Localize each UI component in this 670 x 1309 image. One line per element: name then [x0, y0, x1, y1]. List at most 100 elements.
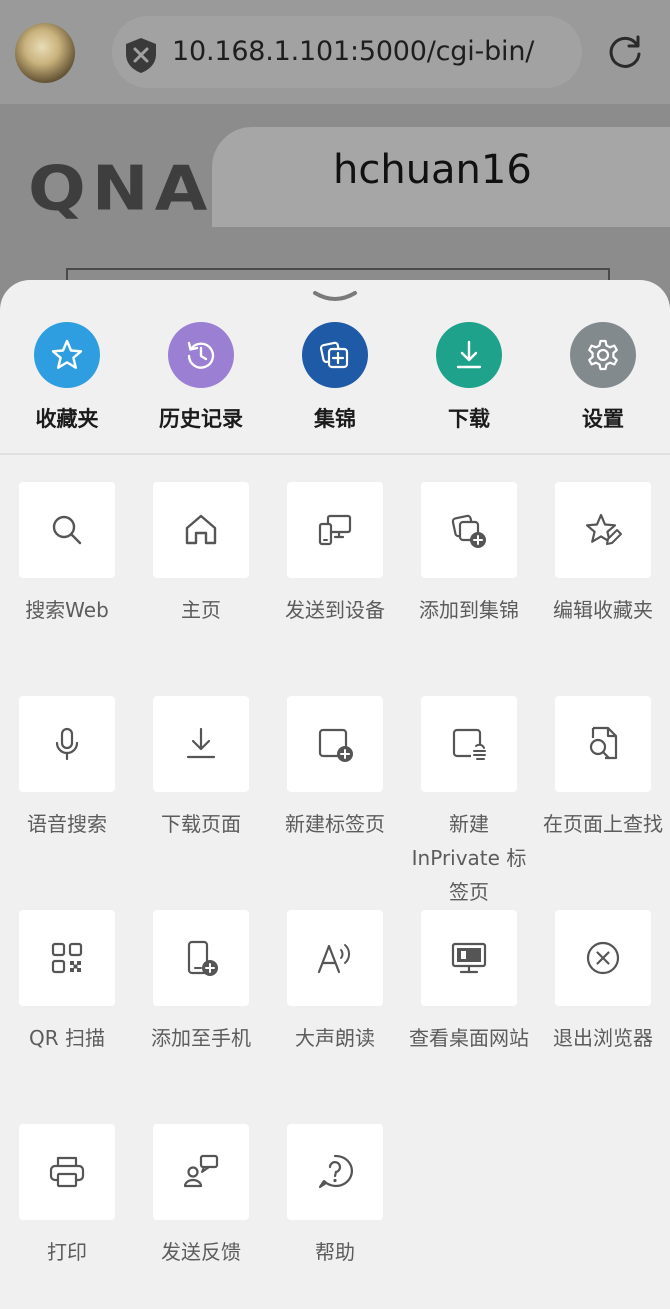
tile-box — [153, 910, 249, 1006]
sheet-handle-icon[interactable] — [312, 289, 358, 305]
menu-item-label: 主页 — [181, 598, 221, 622]
desktop-site-icon — [451, 942, 487, 974]
menu-item-label: 在页面上查找 — [543, 812, 663, 836]
menu-item-desktop-site[interactable]: 查看桌面网站 — [404, 910, 534, 1055]
microphone-icon — [55, 727, 79, 761]
tile-box — [19, 696, 115, 792]
menu-item-label: 帮助 — [315, 1240, 355, 1264]
tile-box — [287, 910, 383, 1006]
url-text[interactable]: 10.168.1.101:5000/cgi-bin/ — [172, 36, 534, 67]
menu-item-label: 添加到集锦 — [419, 598, 519, 622]
collections-label: 集锦 — [314, 407, 356, 431]
menu-item-print[interactable]: 打印 — [2, 1124, 132, 1269]
menu-item-voice-search[interactable]: 语音搜索 — [2, 696, 132, 841]
menu-item-find-on-page[interactable]: 在页面上查找 — [538, 696, 668, 841]
gear-icon — [588, 339, 618, 371]
menu-item-download-page[interactable]: 下载页面 — [136, 696, 266, 841]
send-to-device-icon — [318, 514, 352, 546]
menu-item-label: 退出浏览器 — [553, 1026, 653, 1050]
tile-box — [19, 482, 115, 578]
qr-code-icon — [51, 942, 83, 974]
add-to-collections-icon — [451, 514, 486, 548]
menu-item-exit-browser[interactable]: 退出浏览器 — [538, 910, 668, 1055]
menu-item-label: 添加至手机 — [151, 1026, 251, 1050]
add-to-phone-icon — [187, 940, 218, 976]
menu-item-inprivate-tab[interactable]: 新建 InPrivate 标签页 — [404, 696, 534, 909]
collections-button[interactable]: 集锦 — [275, 322, 395, 442]
menu-item-help[interactable]: 帮助 — [270, 1124, 400, 1269]
tile-box — [421, 910, 517, 1006]
help-icon — [318, 1154, 353, 1189]
tile-box — [287, 696, 383, 792]
downloads-label: 下载 — [448, 407, 490, 431]
menu-item-label: 新建标签页 — [285, 812, 385, 836]
history-icon — [187, 341, 215, 369]
download-icon — [456, 340, 482, 369]
menu-item-read-aloud[interactable]: 大声朗读 — [270, 910, 400, 1055]
tile-box — [19, 910, 115, 1006]
favorites-button[interactable]: 收藏夹 — [7, 322, 127, 442]
menu-item-search-web[interactable]: 搜索Web — [2, 482, 132, 627]
print-icon — [49, 1156, 85, 1188]
divider — [0, 453, 670, 455]
inprivate-tab-icon — [452, 728, 487, 760]
tile-box — [555, 696, 651, 792]
tile-box — [421, 482, 517, 578]
dimmed-page[interactable]: 10.168.1.101:5000/cgi-bin/ QNA hchuan16 — [0, 0, 670, 320]
menu-item-label: 编辑收藏夹 — [553, 598, 653, 622]
menu-item-qr-scan[interactable]: QR 扫描 — [2, 910, 132, 1055]
collections-icon — [319, 341, 349, 369]
menu-item-label: 发送反馈 — [161, 1240, 241, 1264]
tile-box — [153, 696, 249, 792]
menu-item-send-to-device[interactable]: 发送到设备 — [270, 482, 400, 627]
history-circle — [168, 322, 234, 388]
menu-item-label: 大声朗读 — [295, 1026, 375, 1050]
menu-item-label: 发送到设备 — [285, 598, 385, 622]
menu-item-label: 查看桌面网站 — [409, 1026, 529, 1050]
edit-favorites-icon — [585, 513, 622, 545]
tile-box — [153, 482, 249, 578]
menu-item-label: 下载页面 — [161, 812, 241, 836]
menu-item-new-tab[interactable]: 新建标签页 — [270, 696, 400, 841]
feedback-icon — [183, 1154, 219, 1188]
tile-box — [287, 482, 383, 578]
history-label: 历史记录 — [159, 407, 243, 431]
tile-box — [287, 1124, 383, 1220]
collections-circle — [302, 322, 368, 388]
shield-x-icon[interactable] — [123, 36, 159, 74]
new-tab-icon — [318, 728, 353, 762]
tile-box — [19, 1124, 115, 1220]
favorites-label: 收藏夹 — [35, 407, 99, 431]
downloads-circle — [436, 322, 502, 388]
downloads-button[interactable]: 下载 — [409, 322, 529, 442]
star-icon — [51, 339, 83, 369]
menu-item-add-to-phone[interactable]: 添加至手机 — [136, 910, 266, 1055]
search-icon — [52, 515, 82, 545]
history-button[interactable]: 历史记录 — [141, 322, 261, 442]
settings-button[interactable]: 设置 — [543, 322, 663, 442]
menu-item-edit-favorites[interactable]: 编辑收藏夹 — [538, 482, 668, 627]
tile-box — [153, 1124, 249, 1220]
menu-item-label: 语音搜索 — [27, 812, 107, 836]
settings-circle — [570, 322, 636, 388]
menu-item-label: QR 扫描 — [29, 1026, 105, 1050]
site-logo: QNA — [28, 153, 214, 226]
tile-box — [555, 910, 651, 1006]
menu-item-label: 搜索Web — [25, 598, 109, 622]
home-icon — [185, 514, 217, 545]
menu-item-add-to-collections[interactable]: 添加到集锦 — [404, 482, 534, 627]
exit-icon — [586, 941, 620, 975]
find-on-page-icon — [589, 726, 618, 760]
read-aloud-icon — [317, 944, 351, 974]
tile-box — [421, 696, 517, 792]
menu-item-send-feedback[interactable]: 发送反馈 — [136, 1124, 266, 1269]
menu-item-label: 打印 — [47, 1240, 87, 1264]
menu-item-home[interactable]: 主页 — [136, 482, 266, 627]
tooltip-text: hchuan16 — [333, 147, 532, 193]
avatar[interactable] — [15, 23, 75, 83]
tile-box — [555, 482, 651, 578]
favorites-circle — [34, 322, 100, 388]
download-page-icon — [186, 727, 216, 759]
reload-icon[interactable] — [606, 33, 644, 71]
settings-label: 设置 — [582, 407, 624, 431]
